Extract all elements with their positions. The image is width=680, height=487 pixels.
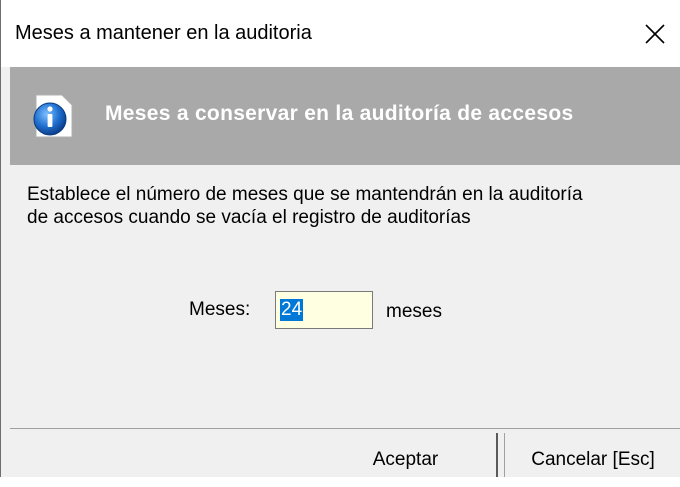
description-text: Establece el número de meses que se mant… — [27, 183, 677, 229]
close-button[interactable] — [631, 14, 679, 54]
cancel-button[interactable]: Cancelar [Esc] — [504, 433, 680, 477]
description-line-2: de accesos cuando se vacía el registro d… — [27, 207, 471, 228]
window-title: Meses a mantener en la auditoria — [15, 22, 312, 44]
close-icon — [645, 24, 665, 44]
dialog-window: Meses a mantener en la auditoria Meses a… — [0, 0, 680, 477]
months-unit-label: meses — [386, 301, 442, 322]
months-input[interactable]: 24 — [275, 291, 373, 329]
info-icon — [30, 93, 76, 139]
months-input-value: 24 — [280, 299, 304, 321]
button-separator — [10, 428, 680, 429]
description-line-1: Establece el número de meses que se mant… — [27, 184, 583, 205]
accept-button[interactable]: Aceptar — [315, 433, 498, 477]
header-banner: Meses a conservar en la auditoría de acc… — [10, 67, 680, 165]
title-bar: Meses a mantener en la auditoria — [1, 0, 680, 67]
banner-title: Meses a conservar en la auditoría de acc… — [105, 102, 574, 125]
months-label: Meses: — [189, 299, 251, 320]
